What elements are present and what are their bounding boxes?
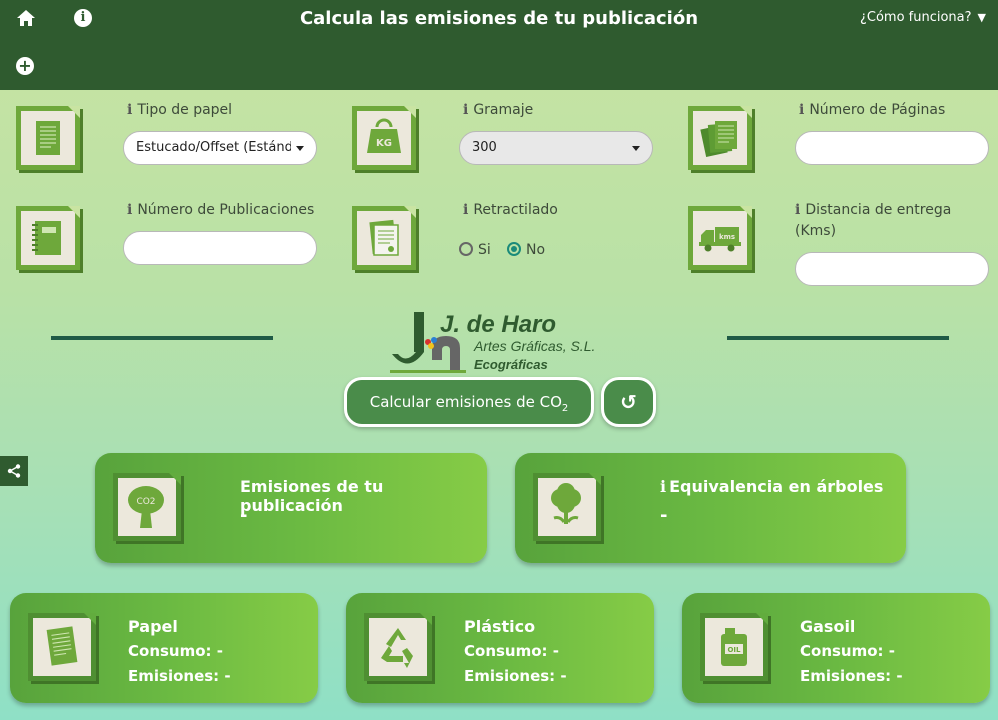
diesel-consumption: Consumo: -: [800, 642, 895, 660]
weight-icon-text: KG: [376, 138, 392, 149]
tree-equivalence-title: i Equivalencia en árboles: [660, 477, 884, 496]
shrink-wrap-label: i Retractilado: [463, 202, 558, 218]
plus-icon[interactable]: +: [16, 57, 34, 75]
caret-down-icon: [296, 146, 304, 151]
radio-off-icon: [459, 242, 473, 256]
logo-subtitle: Artes Gráficas, S.L.: [474, 338, 596, 354]
publications-label: i Número de Publicaciones: [127, 202, 315, 218]
shrink-wrap-icon: [352, 206, 416, 270]
chevron-down-icon: ▼: [977, 11, 986, 24]
page-title: Calcula las emisiones de tu publicación: [299, 8, 699, 29]
share-icon: [7, 464, 21, 478]
paper-type-value: Estucado/Offset (Estándar): [136, 140, 291, 155]
plastic-title: Plástico: [464, 617, 536, 636]
plastic-emissions: Emisiones: -: [464, 667, 567, 685]
logo-tagline: Ecográficas: [474, 357, 548, 372]
co2-icon-text: CO2: [136, 497, 155, 507]
right-divider: [727, 336, 949, 340]
plastic-consumption: Consumo: -: [464, 642, 559, 660]
oil-icon-text: OIL: [727, 646, 741, 654]
paper-type-select[interactable]: Estucado/Offset (Estándar): [123, 131, 317, 165]
oil-can-icon: OIL: [700, 613, 768, 681]
truck-icon: kms: [688, 206, 752, 270]
share-button[interactable]: [0, 456, 28, 486]
shrink-wrap-no-radio[interactable]: No: [507, 242, 545, 258]
pages-label: i Número de Páginas: [799, 102, 946, 118]
shrink-wrap-yes-radio[interactable]: Si: [459, 242, 491, 258]
plastic-breakdown-card: Plástico Consumo: - Emisiones: -: [346, 593, 654, 703]
diesel-breakdown-card: OIL Gasoil Consumo: - Emisiones: -: [682, 593, 990, 703]
paper-title: Papel: [128, 617, 178, 636]
publication-emissions-card: CO2 Emisiones de tu publicación -: [95, 453, 487, 563]
logo-name: J. de Haro: [440, 311, 557, 338]
grammage-label: i Gramaje: [463, 102, 534, 118]
tree-icon: [533, 473, 601, 541]
tree-equivalence-card: i Equivalencia en árboles -: [515, 453, 906, 563]
left-divider: [51, 336, 273, 340]
company-logo: J. de Haro Artes Gráficas, S.L. Ecográfi…: [388, 308, 598, 378]
notebook-icon: [16, 206, 80, 270]
diesel-emissions: Emisiones: -: [800, 667, 903, 685]
diesel-title: Gasoil: [800, 617, 856, 636]
co2-tree-icon: CO2: [113, 473, 181, 541]
pages-stack-icon: [688, 106, 752, 170]
how-it-works-menu[interactable]: ¿Cómo funciona? ▼: [860, 10, 986, 25]
truck-icon-text: kms: [719, 233, 735, 241]
grammage-value: 300: [472, 140, 497, 155]
publication-emissions-title: Emisiones de tu publicación: [240, 477, 384, 515]
publication-emissions-value: -: [240, 505, 248, 526]
publications-input[interactable]: [123, 231, 317, 265]
refresh-icon: ↺: [620, 390, 637, 414]
distance-input[interactable]: [795, 252, 989, 286]
weight-icon: KG: [352, 106, 416, 170]
distance-label: i Distancia de entrega (Kms): [795, 202, 952, 239]
paper-sheet-icon: [16, 106, 80, 170]
paper-breakdown-card: Papel Consumo: - Emisiones: -: [10, 593, 318, 703]
paper-icon: [28, 613, 96, 681]
caret-down-icon: [632, 146, 640, 151]
recycle-icon: [364, 613, 432, 681]
top-bar: i Calcula las emisiones de tu publicació…: [0, 0, 998, 90]
grammage-select[interactable]: 300: [459, 131, 653, 165]
paper-consumption: Consumo: -: [128, 642, 223, 660]
pages-input[interactable]: [795, 131, 989, 165]
reset-button[interactable]: ↺: [601, 377, 656, 427]
how-it-works-label: ¿Cómo funciona?: [859, 10, 972, 25]
tree-equivalence-value: -: [660, 505, 668, 526]
calculate-emissions-button[interactable]: Calcular emisiones de CO2: [344, 377, 594, 427]
paper-type-label: i Tipo de papel: [127, 102, 233, 118]
radio-on-icon: [507, 242, 521, 256]
paper-emissions: Emisiones: -: [128, 667, 231, 685]
